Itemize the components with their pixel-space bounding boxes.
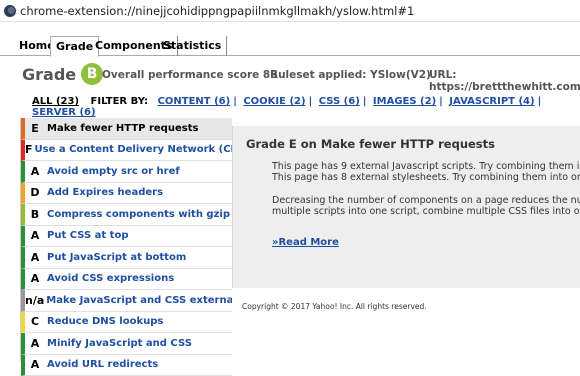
filter-content-link[interactable]: CONTENT (6) (158, 96, 231, 107)
detail-heading: Grade E on Make fewer HTTP requests (246, 137, 495, 151)
rule-grade: A (25, 229, 45, 242)
rule-item[interactable]: APut CSS at top (21, 226, 232, 248)
filter-images-link[interactable]: IMAGES (2) (373, 96, 436, 107)
rule-label: Avoid CSS expressions (47, 273, 174, 284)
rule-item[interactable]: AAvoid empty src or href (21, 161, 232, 183)
rule-label: Make JavaScript and CSS external (46, 295, 232, 306)
rule-detail-panel: Grade E on Make fewer HTTP requests This… (232, 126, 580, 288)
rule-label: Put CSS at top (47, 230, 129, 241)
rule-label: Compress components with gzip (47, 209, 230, 220)
detail-text-3: Decreasing the number of components on a… (272, 195, 580, 206)
rule-label: Reduce DNS lookups (47, 316, 163, 327)
grade-title-text: Grade (22, 65, 76, 84)
filter-javascript-link[interactable]: JAVASCRIPT (4) (449, 96, 534, 107)
rule-item[interactable]: DAdd Expires headers (21, 183, 232, 205)
page-title: Grade B (22, 62, 103, 86)
divider: | (439, 96, 443, 107)
rule-label: Add Expires headers (47, 187, 163, 198)
filter-cookie-link[interactable]: COOKIE (2) (243, 96, 305, 107)
rule-item[interactable]: CReduce DNS lookups (21, 312, 232, 334)
rule-item[interactable]: AMinify JavaScript and CSS (21, 333, 232, 355)
divider: | (363, 96, 367, 107)
rule-grade: A (25, 337, 45, 350)
rule-item[interactable]: AAvoid URL redirects (21, 355, 232, 376)
read-more-link[interactable]: »Read More (272, 237, 339, 248)
rule-item[interactable]: FUse a Content Delivery Network (CDN) (21, 140, 232, 162)
divider: | (309, 96, 313, 107)
rule-label: Make fewer HTTP requests (47, 123, 198, 134)
rule-label: Use a Content Delivery Network (CDN) (35, 144, 232, 155)
ruleset-text: Ruleset applied: YSlow(V2) (270, 69, 431, 81)
rule-grade: A (25, 251, 45, 264)
extension-icon (4, 5, 16, 17)
rule-grade: A (25, 358, 45, 371)
rule-list: EMake fewer HTTP requestsFUse a Content … (20, 118, 232, 361)
rule-item[interactable]: APut JavaScript at bottom (21, 247, 232, 269)
copyright-text: Copyright © 2017 Yahoo! Inc. All rights … (242, 302, 427, 311)
divider: | (538, 96, 542, 107)
filter-css-link[interactable]: CSS (6) (319, 96, 360, 107)
rule-item[interactable]: AAvoid CSS expressions (21, 269, 232, 291)
tab-statistics[interactable]: Statistics (158, 36, 227, 56)
filter-server-link[interactable]: SERVER (6) (32, 107, 96, 118)
rule-grade: n/a (25, 294, 44, 307)
filter-bar: ALL (23) FILTER BY: CONTENT (6)| COOKIE … (32, 96, 580, 118)
page-url-text: URL: https://brettthewhitt.com/ (429, 69, 580, 93)
rule-label: Put JavaScript at bottom (47, 252, 186, 263)
rule-grade: A (25, 272, 45, 285)
detail-text-4: multiple scripts into one script, combin… (272, 206, 580, 217)
rule-item[interactable]: BCompress components with gzip (21, 204, 232, 226)
divider: | (233, 96, 237, 107)
filter-label: FILTER BY: (91, 96, 149, 107)
url-text: chrome-extension://ninejjcohidippngpapii… (20, 4, 414, 18)
rule-label: Avoid empty src or href (47, 166, 180, 177)
rule-grade: B (25, 208, 45, 221)
score-text: Overall performance score 86 (102, 69, 278, 81)
tab-bar: Home Grade Components Statistics (0, 36, 580, 56)
detail-text-2: This page has 8 external stylesheets. Tr… (272, 172, 580, 183)
grade-badge: B (81, 63, 103, 85)
rule-grade: D (25, 186, 45, 199)
rule-item[interactable]: EMake fewer HTTP requests (21, 118, 232, 140)
rule-grade: A (25, 165, 45, 178)
rule-grade: E (25, 122, 45, 135)
rule-grade: C (25, 315, 45, 328)
detail-text-1: This page has 9 external Javascript scri… (272, 161, 580, 172)
rule-label: Minify JavaScript and CSS (47, 338, 192, 349)
rule-item[interactable]: n/aMake JavaScript and CSS external (21, 290, 232, 312)
filter-all-link[interactable]: ALL (23) (32, 96, 79, 107)
rule-grade: F (25, 143, 33, 156)
address-bar[interactable]: chrome-extension://ninejjcohidippngpapii… (0, 0, 580, 22)
